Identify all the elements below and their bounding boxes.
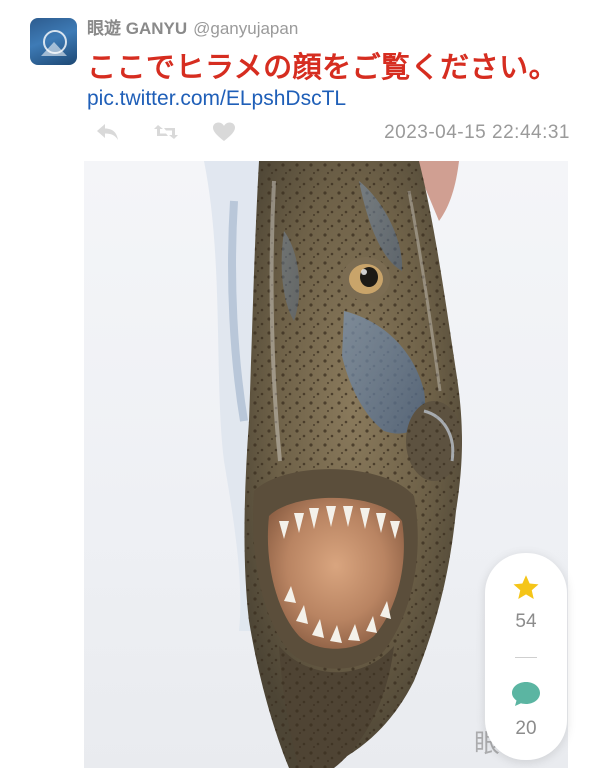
tweet-text: ここでヒラメの顔をご覧ください。 [87,50,559,84]
avatar-logo-triangle [41,42,67,56]
author-row: 眼遊 GANYU @ganyujapan [87,14,298,39]
tweet-timestamp: 2023-04-15 22:44:31 [384,122,570,143]
star-icon[interactable] [511,573,541,603]
comment-bubble-icon[interactable] [511,680,541,708]
stats-divider [515,657,537,658]
star-count: 54 [515,611,537,632]
heart-icon [213,122,235,141]
retweet-button[interactable] [153,119,179,145]
author-display-name[interactable]: 眼遊 GANYU [87,19,187,38]
reply-icon [97,124,118,140]
avatar[interactable] [30,18,77,65]
like-button[interactable] [211,119,237,145]
tweet-actions [95,119,237,145]
author-handle[interactable]: @ganyujapan [193,19,298,38]
reply-button[interactable] [95,119,121,145]
comment-count: 20 [515,718,537,739]
retweet-icon [154,125,178,139]
tweet-media-link[interactable]: pic.twitter.com/ELpshDscTL [87,87,346,111]
stats-panel: 54 20 [485,553,567,760]
